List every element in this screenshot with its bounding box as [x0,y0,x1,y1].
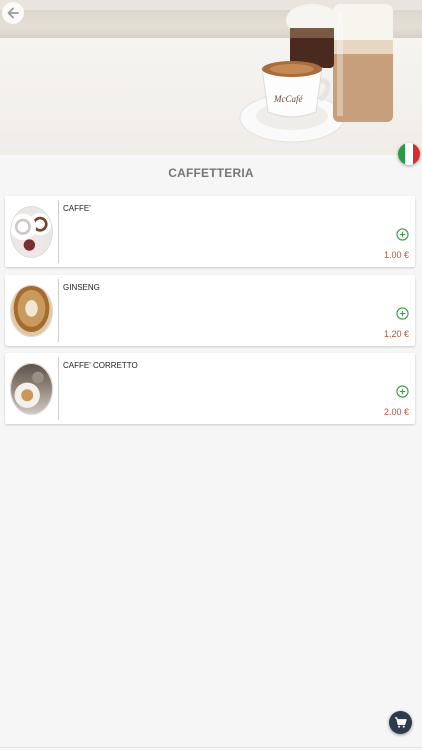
cart-icon [394,717,407,728]
plus-circle-icon[interactable] [396,228,409,241]
section-title: CAFFETTERIA [168,166,254,180]
product-price: 2.00 € [383,407,409,417]
card-divider [58,357,59,420]
hero-coffee-illustration [239,4,393,143]
product-card[interactable]: GINSENG 1.20 € [5,275,415,346]
product-name: CAFFE' [63,204,91,213]
flag-stripe-white [405,143,413,165]
product-name: GINSENG [63,283,100,292]
product-image-caffe-corretto [10,363,53,415]
product-card[interactable]: CAFFE' 1.00 € [5,196,415,267]
product-image-caffe [10,206,53,258]
product-card[interactable]: CAFFE' CORRETTO 2.00 € [5,353,415,424]
hero-banner: McCafé [0,0,422,155]
product-price: 1.00 € [383,250,409,260]
arrow-left-icon [7,7,19,19]
product-name: CAFFE' CORRETTO [63,361,138,370]
bottom-divider [0,747,422,748]
plus-circle-icon[interactable] [396,307,409,320]
card-divider [58,200,59,263]
card-divider [58,279,59,342]
cart-button[interactable] [389,711,412,734]
back-button[interactable] [2,2,24,24]
hero-logo-text: McCafé [274,94,303,104]
language-flag-button[interactable] [398,143,420,165]
product-price: 1.20 € [383,329,409,339]
product-image-ginseng [10,285,53,337]
plus-circle-icon[interactable] [396,385,409,398]
